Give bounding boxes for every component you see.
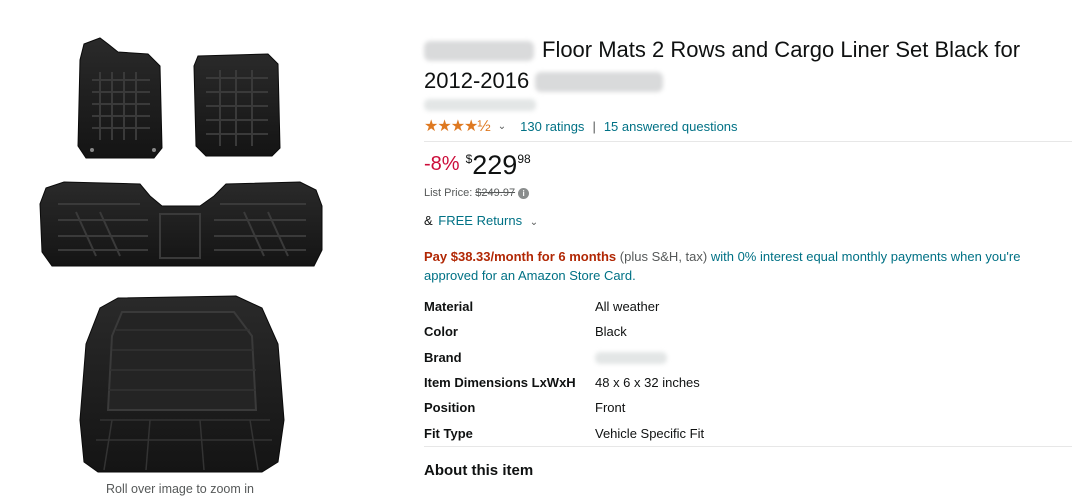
product-title-years: 2012-2016 [424,68,530,93]
spec-value: 48 x 6 x 32 inches [595,375,700,391]
returns-prefix: & [424,213,433,228]
chevron-down-icon[interactable]: ⌄ [530,217,538,228]
rating-row: ★★★★½ ⌄ 130 ratings | 15 answered questi… [424,117,738,135]
star-rating-icon[interactable]: ★★★★½ [424,116,491,136]
info-icon[interactable]: i [518,187,530,199]
list-price-value: $249.97 [475,187,516,199]
free-returns-link[interactable]: FREE Returns [438,213,522,228]
price-whole: 229 [472,150,518,180]
spec-row: Position Front [424,395,1072,420]
list-price: List Price: $249.97 i [424,187,530,199]
spec-value [595,345,1072,370]
product-image-gallery[interactable]: Roll over image to zoom in [0,0,370,503]
free-returns: & FREE Returns ⌄ [424,213,538,228]
price-fraction: 98 [517,152,531,166]
driver-front-mat [77,37,163,159]
floor-mat-set-image[interactable] [0,0,370,480]
spec-value: Vehicle Specific Fit [595,425,705,441]
spec-key: Item Dimensions LxWxH [424,375,576,391]
rear-row-mat [39,181,323,267]
spec-value: Black [595,324,627,340]
spec-value: All weather [595,299,660,315]
brand-value-redacted [595,352,667,365]
product-title-text: Floor Mats 2 Rows and Cargo Liner Set Bl… [542,37,1021,62]
zoom-hint-text: Roll over image to zoom in [106,482,254,496]
spec-value: Front [595,400,626,416]
price-block: -8% $ 229 98 [424,150,531,180]
spec-key: Color [424,324,458,340]
financing-highlight: Pay $38.33/month for 6 months [424,249,617,264]
passenger-front-mat [193,53,281,157]
spec-row: Item Dimensions LxWxH 48 x 6 x 32 inches [424,370,1072,395]
cargo-liner [79,295,285,473]
spec-key: Fit Type [424,425,473,441]
about-this-item-heading: About this item [424,462,534,479]
chevron-down-icon[interactable]: ⌄ [498,121,506,132]
financing-fees: (plus S&H, tax) [619,249,708,264]
product-details: Floor Mats 2 Rows and Cargo Liner Set Bl… [424,0,1072,503]
brand-name-redacted [424,41,534,62]
spec-row: Brand [424,345,1072,370]
product-specs-table: Material All weather Color Black Brand I… [424,294,1072,446]
spec-key: Position [424,400,476,416]
vehicle-model-redacted [535,72,664,93]
spec-row: Material All weather [424,294,1072,319]
product-title: Floor Mats 2 Rows and Cargo Liner Set Bl… [424,34,1072,96]
spec-row: Color Black [424,319,1072,344]
ratings-count-link[interactable]: 130 ratings [520,119,584,134]
list-price-label: List Price: [424,187,473,199]
spec-key: Material [424,299,474,315]
answered-questions-link[interactable]: 15 answered questions [604,119,738,134]
store-card-financing-offer[interactable]: Pay $38.33/month for 6 months (plus S&H,… [424,247,1072,285]
rating-separator: | [592,118,596,134]
discount-percent: -8% [424,153,460,175]
spec-key: Brand [424,349,462,365]
divider [424,141,1072,142]
brand-store-link-redacted[interactable] [424,99,536,111]
price-currency: $ [465,152,473,166]
spec-row: Fit Type Vehicle Specific Fit [424,420,1072,445]
divider [424,446,1072,447]
